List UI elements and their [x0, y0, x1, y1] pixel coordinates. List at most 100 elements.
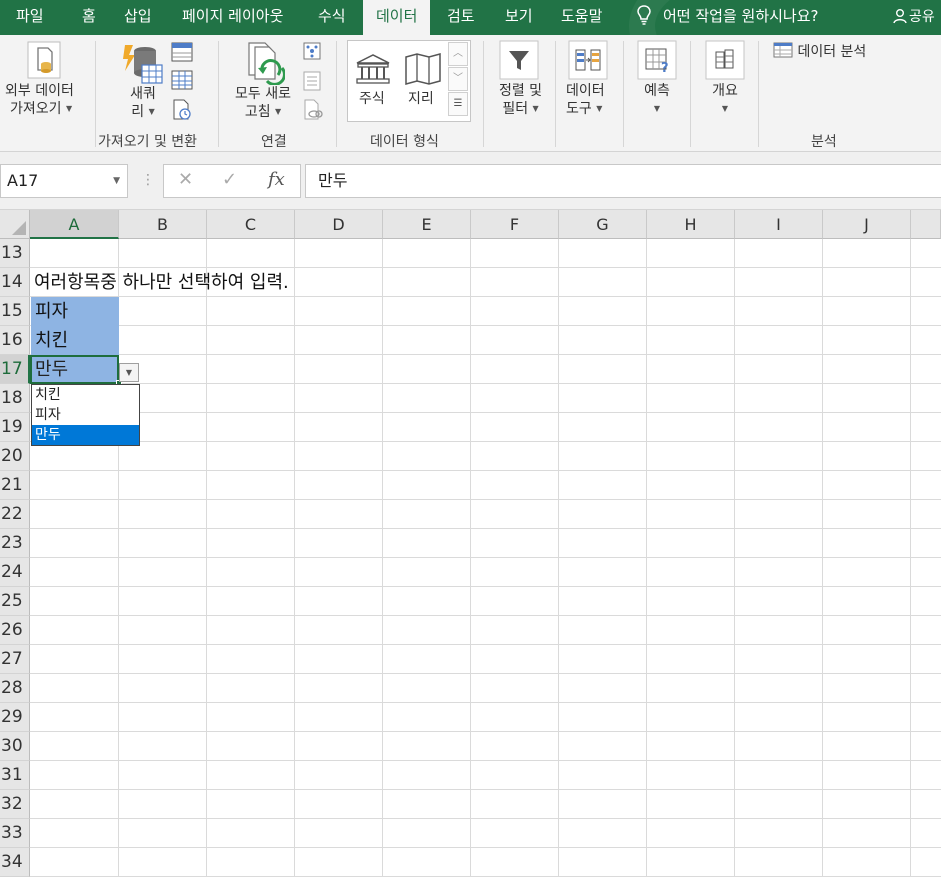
new-query-line2: 리	[131, 104, 145, 120]
lightbulb-icon	[637, 5, 651, 25]
new-query-icon[interactable]	[120, 43, 164, 87]
sort-filter-button[interactable]: 정렬 및 필터 ▼	[493, 82, 548, 118]
column-header-g[interactable]: G	[559, 210, 647, 239]
row-header-28[interactable]: 28	[0, 674, 30, 703]
tab-view[interactable]: 보기	[505, 0, 533, 35]
row-header-29[interactable]: 29	[0, 703, 30, 732]
row-header-14[interactable]: 14	[0, 268, 30, 297]
cancel-icon[interactable]: ✕	[178, 169, 193, 190]
dropdown-option[interactable]: 치킨	[32, 385, 139, 405]
data-tools-icon[interactable]	[568, 40, 608, 80]
sort-filter-line1: 정렬 및	[498, 83, 543, 99]
row-header-17[interactable]: 17	[0, 355, 30, 384]
formula-input[interactable]: 만두	[305, 164, 941, 198]
row-header-31[interactable]: 31	[0, 761, 30, 790]
from-table-icon[interactable]	[171, 70, 193, 90]
new-query-button[interactable]: 새쿼 리 ▼	[126, 85, 160, 121]
cell-a15[interactable]: 피자	[31, 297, 119, 326]
column-header-d[interactable]: D	[295, 210, 383, 239]
gallery-up-arrow-icon[interactable]: ︿	[448, 42, 468, 66]
ribbon-separator	[95, 41, 96, 147]
gallery-more-icon[interactable]: ☰	[448, 92, 468, 116]
column-header-f[interactable]: F	[471, 210, 559, 239]
edit-links-icon[interactable]	[303, 99, 323, 121]
column-header-h[interactable]: H	[647, 210, 735, 239]
row-header-19[interactable]: 19	[0, 413, 30, 442]
tab-home[interactable]: 홈	[82, 0, 96, 35]
gallery-down-arrow-icon[interactable]: ﹀	[448, 67, 468, 91]
worksheet-grid[interactable]: ABCDEFGHIJ 13 14 15 16 17 18 19 20 21 22 23 24 25 26 2…	[0, 210, 941, 877]
select-all-button[interactable]	[0, 210, 30, 239]
column-header-i[interactable]: I	[735, 210, 823, 239]
row-header-27[interactable]: 27	[0, 645, 30, 674]
recent-sources-icon[interactable]	[171, 99, 193, 121]
column-header-a[interactable]: A	[30, 210, 119, 239]
ribbon-separator	[690, 41, 691, 147]
grid-column-line	[910, 239, 911, 877]
name-box[interactable]: A17 ▼	[0, 164, 128, 198]
row-header-22[interactable]: 22	[0, 500, 30, 529]
column-header-e[interactable]: E	[383, 210, 471, 239]
geography-button[interactable]: 지리	[408, 90, 434, 108]
tell-me-box[interactable]: 어떤 작업을 원하시나요?	[637, 0, 819, 35]
row-header-30[interactable]: 30	[0, 732, 30, 761]
validation-dropdown-arrow-icon[interactable]: ▼	[119, 363, 139, 382]
stocks-button[interactable]: 주식	[359, 90, 385, 108]
grid-row-line	[30, 325, 941, 326]
insert-function-icon[interactable]: fx	[268, 169, 285, 190]
row-header-20[interactable]: 20	[0, 442, 30, 471]
data-tools-button[interactable]: 데이터 도구 ▼	[566, 82, 605, 118]
stocks-icon[interactable]	[355, 53, 391, 85]
properties-icon[interactable]	[303, 71, 321, 91]
external-data-icon[interactable]	[24, 40, 64, 80]
refresh-all-icon[interactable]	[245, 41, 285, 85]
outline-button[interactable]: 개요 ▼	[710, 82, 740, 118]
geography-icon[interactable]	[404, 53, 442, 85]
cell-a16[interactable]: 치킨	[31, 326, 119, 355]
show-queries-icon[interactable]	[171, 42, 193, 62]
confirm-icon[interactable]: ✓	[222, 169, 237, 190]
forecast-button[interactable]: 예측 ▼	[642, 82, 672, 118]
data-tools-line1: 데이터	[566, 83, 605, 99]
refresh-all-line2: 고침	[244, 104, 271, 120]
column-header-b[interactable]: B	[119, 210, 207, 239]
grip-icon[interactable]: ⋮	[141, 172, 155, 188]
get-external-data-button[interactable]: 외부 데이터 가져오기 ▼	[5, 82, 74, 118]
tab-formulas[interactable]: 수식	[318, 0, 346, 35]
tab-insert[interactable]: 삽입	[124, 0, 152, 35]
dropdown-option[interactable]: 피자	[32, 405, 139, 425]
forecast-icon[interactable]: ?	[637, 40, 677, 80]
chevron-down-icon[interactable]: ▼	[113, 165, 120, 197]
row-header-13[interactable]: 13	[0, 239, 30, 268]
cell-a14[interactable]: 여러항목중 하나만 선택하여 입력.	[30, 268, 289, 297]
connections-icon[interactable]	[303, 42, 321, 60]
row-header-32[interactable]: 32	[0, 790, 30, 819]
dropdown-option-selected[interactable]: 만두	[32, 425, 139, 445]
column-header-j[interactable]: J	[823, 210, 911, 239]
refresh-all-button[interactable]: 모두 새로 고침 ▼	[230, 85, 296, 121]
filter-icon[interactable]	[499, 40, 539, 80]
row-header-18[interactable]: 18	[0, 384, 30, 413]
share-button[interactable]: 공유	[893, 0, 935, 35]
row-header-34[interactable]: 34	[0, 848, 30, 877]
share-label: 공유	[909, 9, 935, 25]
tab-page-layout[interactable]: 페이지 레이아웃	[182, 0, 283, 35]
tab-file[interactable]: 파일	[16, 0, 44, 35]
row-header-15[interactable]: 15	[0, 297, 30, 326]
row-header-23[interactable]: 23	[0, 529, 30, 558]
outline-icon[interactable]	[705, 40, 745, 80]
tab-review[interactable]: 검토	[447, 0, 475, 35]
data-analysis-button[interactable]: 데이터 분석	[773, 42, 866, 61]
column-header-c[interactable]: C	[207, 210, 295, 239]
row-header-26[interactable]: 26	[0, 616, 30, 645]
row-header-33[interactable]: 33	[0, 819, 30, 848]
active-cell-a17[interactable]: 만두	[30, 355, 119, 384]
tab-help[interactable]: 도움말	[561, 0, 602, 35]
row-header-24[interactable]: 24	[0, 558, 30, 587]
row-header-21[interactable]: 21	[0, 471, 30, 500]
row-header-25[interactable]: 25	[0, 587, 30, 616]
row-header-16[interactable]: 16	[0, 326, 30, 355]
tab-data[interactable]: 데이터	[363, 0, 431, 35]
grid-column-line	[558, 239, 559, 877]
grid-column-line	[294, 239, 295, 877]
